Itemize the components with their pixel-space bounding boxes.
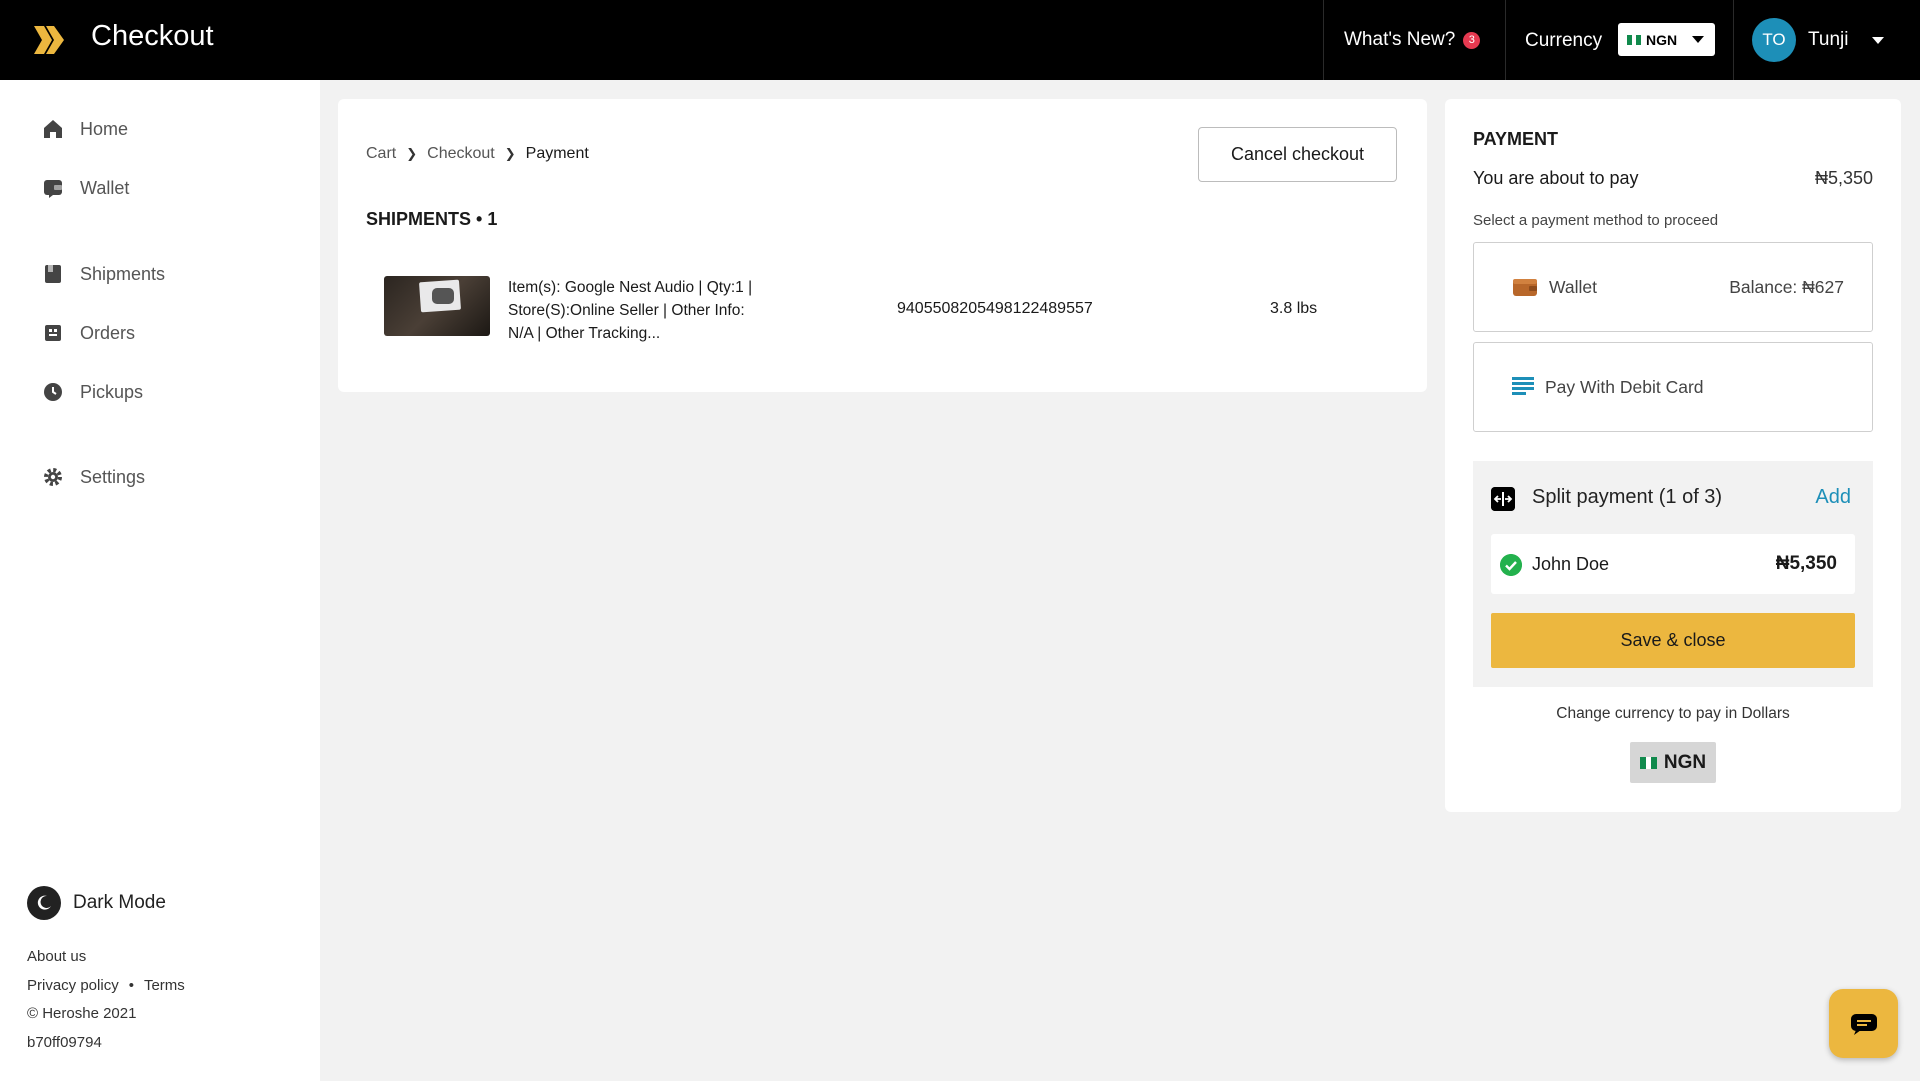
payment-title: PAYMENT xyxy=(1473,129,1559,149)
sidebar-item-wallet[interactable]: Wallet xyxy=(42,177,129,199)
chevron-right-icon: ❯ xyxy=(406,146,418,161)
breadcrumb: Cart ❯ Checkout ❯ Payment xyxy=(366,145,589,163)
footer-separator: • xyxy=(128,977,134,994)
chevron-right-icon: ❯ xyxy=(504,146,516,161)
chat-icon xyxy=(1850,1013,1877,1035)
orders-icon xyxy=(45,325,61,341)
shipments-card: Cart ❯ Checkout ❯ Payment Cancel checkou… xyxy=(338,99,1427,392)
cancel-checkout-button[interactable]: Cancel checkout xyxy=(1198,127,1397,182)
sidebar-item-pickups[interactable]: Pickups xyxy=(42,381,143,403)
privacy-link[interactable]: Privacy policy xyxy=(27,977,119,994)
amount-label: You are about to pay xyxy=(1473,168,1639,188)
sidebar-item-shipments[interactable]: Shipments xyxy=(42,263,165,285)
sidebar: Home Wallet Shipments Orders Pickups Set… xyxy=(0,80,320,1081)
split-payment-section: Split payment (1 of 3) Add John Doe ₦5,3… xyxy=(1473,461,1873,687)
list-item: John Doe ₦5,350 xyxy=(1491,534,1855,594)
sidebar-item-label: Orders xyxy=(80,322,136,343)
change-currency-note: Change currency to pay in Dollars xyxy=(1556,705,1790,722)
save-close-button[interactable]: Save & close xyxy=(1491,613,1855,668)
dark-mode-label: Dark Mode xyxy=(73,892,166,913)
currency-select[interactable]: NGN xyxy=(1618,23,1715,56)
payer-amount: ₦5,350 xyxy=(1775,553,1837,574)
method-label: Pay With Debit Card xyxy=(1545,376,1704,397)
whats-new-label: What's New? xyxy=(1344,29,1456,50)
whats-new-button[interactable]: What's New? 3 xyxy=(1344,29,1481,51)
terms-link[interactable]: Terms xyxy=(144,977,185,994)
copyright: © Heroshe 2021 xyxy=(27,1005,137,1022)
debit-card-method-option[interactable]: Pay With Debit Card xyxy=(1473,342,1873,432)
sidebar-item-settings[interactable]: Settings xyxy=(42,466,145,488)
nigeria-flag-icon xyxy=(1639,756,1657,769)
notification-badge: 3 xyxy=(1463,31,1481,49)
wallet-icon xyxy=(1513,279,1537,296)
wallet-icon xyxy=(44,180,62,198)
breadcrumb-payment: Payment xyxy=(525,145,589,162)
currency-toggle-button[interactable]: NGN xyxy=(1630,742,1716,783)
divider xyxy=(1323,0,1324,80)
nigeria-flag-icon xyxy=(1627,34,1642,45)
chat-button[interactable] xyxy=(1829,989,1898,1058)
wallet-balance: Balance: ₦627 xyxy=(1729,276,1844,297)
divider xyxy=(1505,0,1506,80)
currency-button-label: NGN xyxy=(1663,751,1707,773)
divider xyxy=(1733,0,1734,80)
moon-icon xyxy=(27,886,61,920)
split-icon xyxy=(1491,487,1515,511)
sidebar-item-home[interactable]: Home xyxy=(42,118,128,140)
top-bar: Checkout What's New? 3 Currency NGN TO T… xyxy=(0,0,1920,80)
page-title: Checkout xyxy=(91,20,214,52)
wallet-method-option[interactable]: Wallet Balance: ₦627 xyxy=(1473,242,1873,332)
tracking-number: 9405508205498122489557 xyxy=(897,300,1093,317)
sidebar-item-label: Pickups xyxy=(80,381,144,402)
sidebar-item-orders[interactable]: Orders xyxy=(42,322,135,344)
sidebar-item-label: Shipments xyxy=(80,263,166,284)
sidebar-item-label: Home xyxy=(80,118,129,139)
item-description: Item(s): Google Nest Audio | Qty:1 | Sto… xyxy=(508,279,753,342)
check-circle-icon xyxy=(1500,554,1522,576)
avatar: TO xyxy=(1752,18,1796,62)
shipments-icon xyxy=(45,265,61,283)
weight: 3.8 lbs xyxy=(1270,300,1318,317)
build-id: b70ff09794 xyxy=(27,1034,102,1051)
dark-mode-toggle[interactable]: Dark Mode xyxy=(27,886,166,920)
chevron-down-icon xyxy=(1872,36,1885,44)
card-icon xyxy=(1512,377,1534,395)
chevron-down-icon xyxy=(1692,36,1704,43)
brand-logo-icon[interactable] xyxy=(32,24,66,56)
breadcrumb-checkout[interactable]: Checkout xyxy=(427,145,495,163)
user-name: Tunji xyxy=(1808,29,1849,50)
amount-value: ₦5,350 xyxy=(1814,168,1873,188)
select-method-note: Select a payment method to proceed xyxy=(1473,212,1719,229)
method-label: Wallet xyxy=(1549,276,1597,297)
product-image xyxy=(384,276,490,336)
gear-icon xyxy=(44,468,62,486)
user-menu[interactable]: TO Tunji xyxy=(1752,18,1885,62)
payment-panel: PAYMENT You are about to pay ₦5,350 Sele… xyxy=(1445,99,1901,812)
payer-name: John Doe xyxy=(1532,554,1610,574)
pickups-icon xyxy=(44,383,62,401)
table-row[interactable]: Item(s): Google Nest Audio | Qty:1 | Sto… xyxy=(384,276,1384,342)
sidebar-item-label: Settings xyxy=(80,466,146,487)
currency-label: Currency xyxy=(1525,30,1603,51)
breadcrumb-cart[interactable]: Cart xyxy=(366,145,396,163)
shipments-heading: SHIPMENTS • 1 xyxy=(366,209,498,229)
about-link[interactable]: About us xyxy=(27,948,86,965)
home-icon xyxy=(44,120,62,138)
currency-value: NGN xyxy=(1646,31,1678,48)
sidebar-item-label: Wallet xyxy=(80,177,130,198)
split-title: Split payment (1 of 3) xyxy=(1532,486,1723,508)
add-payer-button[interactable]: Add xyxy=(1815,486,1851,509)
